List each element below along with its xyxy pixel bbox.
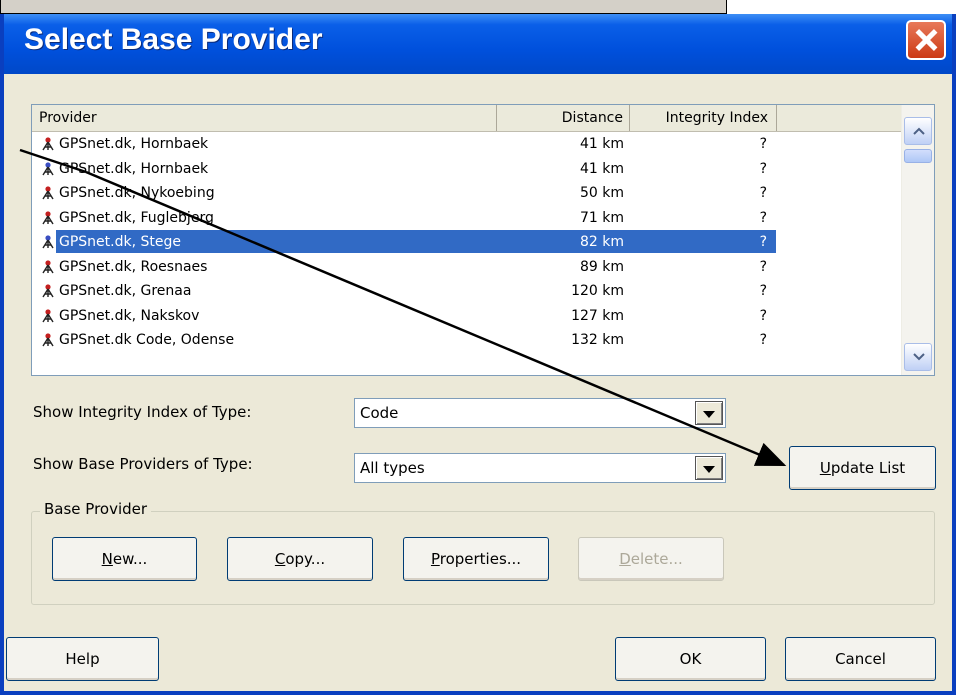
- provider-distance: 82 km: [579, 234, 624, 250]
- integrity-type-label: Show Integrity Index of Type:: [33, 403, 252, 421]
- provider-distance: 120 km: [571, 283, 624, 299]
- provider-type-value: All types: [360, 459, 425, 477]
- column-header-empty: [777, 105, 902, 131]
- scroll-down-button[interactable]: [904, 343, 932, 371]
- provider-name: GPSnet.dk, Hornbaek: [59, 160, 209, 177]
- help-button[interactable]: Help: [6, 637, 159, 681]
- properties-button[interactable]: Properties...: [403, 537, 549, 581]
- list-row[interactable]: GPSnet.dk, Hornbaek 41 km?: [32, 132, 902, 157]
- provider-type-label: Show Base Providers of Type:: [33, 455, 253, 473]
- column-header-distance[interactable]: Distance: [497, 105, 630, 131]
- provider-name: GPSnet.dk, Roesnaes: [59, 258, 208, 275]
- provider-name: GPSnet.dk, Hornbaek: [59, 136, 209, 152]
- provider-distance: 50 km: [579, 185, 624, 201]
- survey-tripod-icon: [42, 284, 54, 298]
- provider-name: GPSnet.dk, Stege: [59, 234, 181, 250]
- provider-list[interactable]: Provider Distance Integrity Index GPSnet…: [31, 104, 935, 376]
- dropdown-arrow-icon[interactable]: [695, 401, 723, 425]
- provider-distance: 41 km: [579, 136, 624, 152]
- column-header-provider[interactable]: Provider: [32, 105, 497, 131]
- provider-name: GPSnet.dk, Fuglebjerg: [59, 209, 214, 226]
- list-row[interactable]: GPSnet.dk, Nakskov 127 km?: [32, 304, 902, 329]
- integrity-type-value: Code: [360, 404, 399, 422]
- column-header-integrity-index[interactable]: Integrity Index: [630, 105, 777, 131]
- background-window-edge: [0, 0, 727, 14]
- integrity-type-dropdown[interactable]: Code: [354, 398, 726, 428]
- group-label: Base Provider: [40, 500, 152, 518]
- survey-tripod-icon: [42, 259, 54, 273]
- survey-tripod-icon: [42, 137, 54, 151]
- update-list-button[interactable]: Update List: [789, 446, 936, 490]
- desktop-background: [727, 0, 956, 13]
- provider-integrity: ?: [759, 283, 767, 299]
- title-bar[interactable]: Select Base Provider: [4, 14, 952, 74]
- provider-integrity: ?: [759, 307, 767, 324]
- new-button[interactable]: New...: [52, 537, 197, 581]
- chevron-up-icon: [913, 127, 925, 135]
- list-row[interactable]: GPSnet.dk, Stege 82 km?: [32, 230, 902, 255]
- provider-distance: 132 km: [571, 332, 624, 348]
- survey-tripod-icon: [42, 333, 54, 347]
- list-row[interactable]: GPSnet.dk Code, Odense 132 km?: [32, 328, 902, 353]
- list-row[interactable]: GPSnet.dk, Roesnaes 89 km?: [32, 255, 902, 280]
- provider-distance: 71 km: [579, 209, 624, 226]
- provider-integrity: ?: [759, 160, 767, 177]
- survey-tripod-icon: [42, 308, 54, 322]
- list-row[interactable]: GPSnet.dk, Fuglebjerg 71 km?: [32, 206, 902, 231]
- provider-name: GPSnet.dk, Nakskov: [59, 307, 200, 324]
- provider-name: GPSnet.dk, Grenaa: [59, 283, 192, 299]
- list-rows: GPSnet.dk, Hornbaek 41 km? GPSnet.dk, Horn…: [32, 132, 902, 353]
- provider-integrity: ?: [759, 258, 767, 275]
- provider-integrity: ?: [759, 209, 767, 226]
- survey-tripod-icon: [42, 235, 54, 249]
- provider-distance: 41 km: [579, 160, 624, 177]
- provider-integrity: ?: [759, 332, 767, 348]
- survey-tripod-icon: [42, 186, 54, 200]
- dialog-title: Select Base Provider: [24, 23, 323, 56]
- list-row[interactable]: GPSnet.dk, Nykoebing 50 km?: [32, 181, 902, 206]
- provider-name: GPSnet.dk, Nykoebing: [59, 185, 215, 201]
- close-icon[interactable]: [906, 20, 946, 60]
- chevron-down-icon: [913, 353, 925, 361]
- provider-integrity: ?: [759, 136, 767, 152]
- survey-tripod-icon: [42, 161, 54, 175]
- provider-distance: 127 km: [571, 307, 624, 324]
- copy-button[interactable]: Copy...: [227, 537, 373, 581]
- list-header: Provider Distance Integrity Index: [32, 105, 902, 132]
- provider-name: GPSnet.dk Code, Odense: [59, 332, 235, 348]
- provider-integrity: ?: [759, 234, 767, 250]
- ok-button[interactable]: OK: [615, 637, 766, 681]
- cancel-button[interactable]: Cancel: [785, 637, 936, 681]
- scroll-thumb[interactable]: [904, 149, 932, 163]
- list-row[interactable]: GPSnet.dk, Grenaa 120 km?: [32, 279, 902, 304]
- delete-button[interactable]: Delete...: [578, 537, 724, 581]
- vertical-scrollbar[interactable]: [901, 105, 934, 375]
- dropdown-arrow-icon[interactable]: [695, 456, 723, 480]
- list-row[interactable]: GPSnet.dk, Hornbaek 41 km?: [32, 157, 902, 182]
- provider-integrity: ?: [759, 185, 767, 201]
- survey-tripod-icon: [42, 210, 54, 224]
- provider-type-dropdown[interactable]: All types: [354, 453, 726, 483]
- scroll-up-button[interactable]: [904, 117, 932, 145]
- provider-distance: 89 km: [579, 258, 624, 275]
